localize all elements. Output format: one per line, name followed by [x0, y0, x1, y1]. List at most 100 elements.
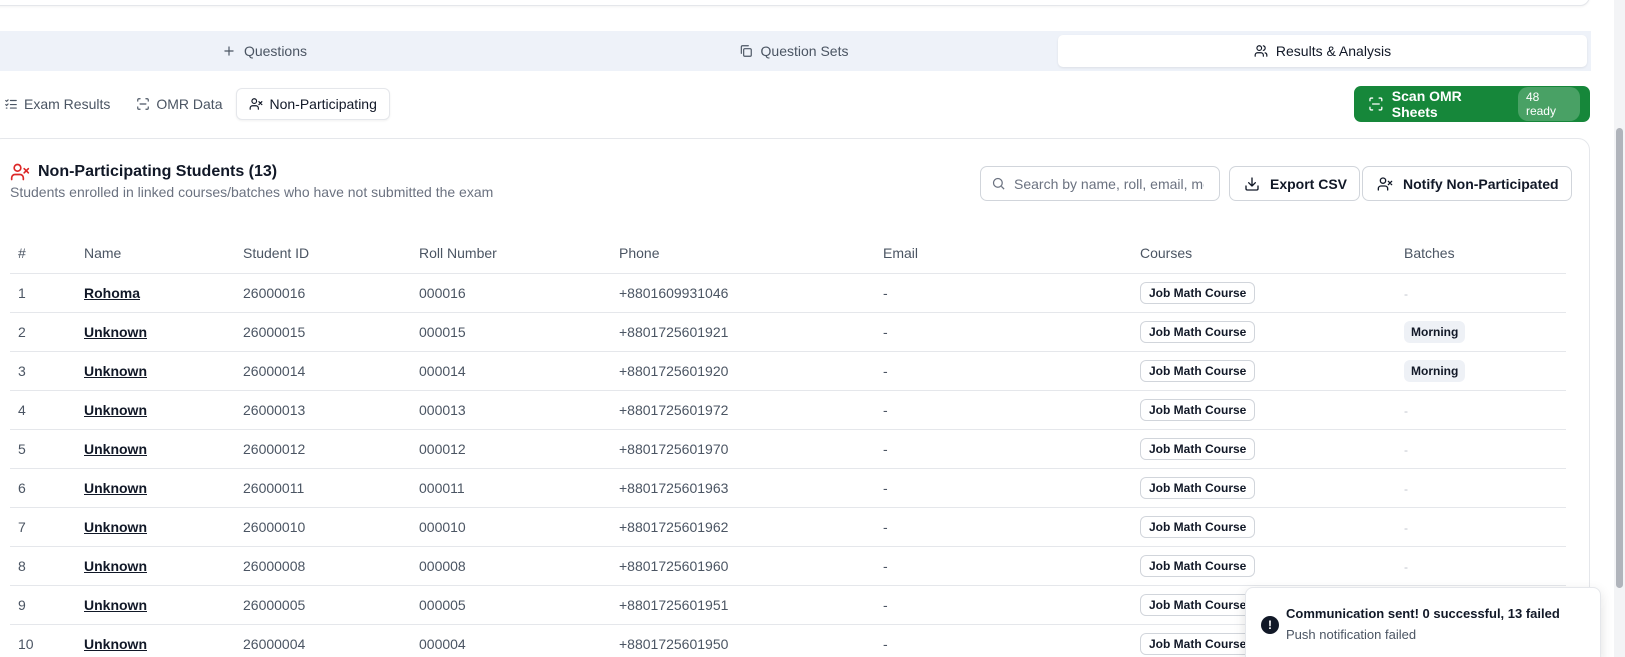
student-name-link[interactable]: Unknown — [84, 480, 147, 496]
email: - — [875, 468, 1132, 508]
table-row: 7 Unknown 26000010 000010 +8801725601962- Job… — [10, 507, 1566, 547]
empty-batch: - — [1404, 442, 1408, 457]
course-badge: Job Math Course — [1140, 632, 1256, 655]
col-phone: Phone — [611, 233, 875, 274]
export-label: Export CSV — [1270, 175, 1348, 192]
student-name-link[interactable]: Unknown — [84, 363, 147, 379]
student-name-link[interactable]: Unknown — [84, 402, 147, 418]
course-badge: Job Math Course — [1140, 554, 1256, 577]
row-number: 10 — [10, 624, 76, 657]
student-name-link[interactable]: Unknown — [84, 441, 147, 457]
courses-cell: Job Math Course — [1132, 390, 1396, 430]
tab-label: Question Sets — [760, 43, 849, 59]
subtab-non-participating[interactable]: Non-Participating — [236, 88, 390, 120]
scrollbar-thumb[interactable] — [1616, 128, 1623, 588]
student-name-cell: Unknown — [76, 351, 235, 391]
student-id: 26000014 — [235, 351, 411, 391]
notify-label: Notify Non-Participated — [1403, 175, 1559, 192]
col-batches: Batches — [1396, 233, 1566, 274]
col-roll-number: Roll Number — [411, 233, 611, 274]
roll-number: 000014 — [411, 351, 611, 391]
student-id: 26000011 — [235, 468, 411, 508]
roll-number: 000010 — [411, 507, 611, 547]
table-row: 2 Unknown 26000015 000015 +8801725601921- Job… — [10, 312, 1566, 352]
student-name-link[interactable]: Rohoma — [84, 285, 140, 301]
notify-non-participated-button[interactable]: Notify Non-Participated — [1362, 166, 1572, 201]
student-name-link[interactable]: Unknown — [84, 597, 147, 613]
student-name-link[interactable]: Unknown — [84, 519, 147, 535]
phone: +8801725601970 — [611, 429, 875, 469]
search-input[interactable] — [1014, 175, 1204, 192]
row-number: 3 — [10, 351, 76, 391]
batch-badge: Morning — [1404, 359, 1466, 382]
row-number: 2 — [10, 312, 76, 352]
phone: +8801725601960 — [611, 546, 875, 586]
panel-title-text: Non-Participating Students (13) — [38, 163, 278, 180]
tab-questions[interactable]: Questions — [0, 35, 529, 67]
phone: +8801725601921 — [611, 312, 875, 352]
main-tabs: Questions Question Sets Results & Analys… — [0, 31, 1591, 71]
roll-number: 000016 — [411, 273, 611, 313]
student-name-cell: Unknown — [76, 390, 235, 430]
batches-cell: Morning — [1396, 312, 1566, 352]
course-badge: Job Math Course — [1140, 320, 1256, 343]
student-name-cell: Unknown — [76, 468, 235, 508]
batches-cell: - — [1396, 273, 1566, 313]
search-box[interactable] — [980, 166, 1220, 201]
scan-omr-button[interactable]: Scan OMR Sheets 48 ready — [1354, 86, 1590, 122]
row-number: 1 — [10, 273, 76, 313]
course-badge: Job Math Course — [1140, 515, 1256, 538]
student-name-link[interactable]: Unknown — [84, 558, 147, 574]
phone: +8801725601963 — [611, 468, 875, 508]
email: - — [875, 351, 1132, 391]
student-name-link[interactable]: Unknown — [84, 636, 147, 652]
batches-cell: Morning — [1396, 351, 1566, 391]
row-number: 8 — [10, 546, 76, 586]
panel-title: Non-Participating Students (13) — [10, 162, 277, 182]
courses-cell: Job Math Course — [1132, 351, 1396, 391]
sub-tabs: Exam Results OMR Data Non-Participating — [0, 87, 390, 121]
email: - — [875, 624, 1132, 657]
download-icon — [1245, 176, 1259, 191]
user-x-icon — [10, 163, 30, 181]
empty-batch: - — [1404, 481, 1408, 496]
vertical-scrollbar[interactable] — [1614, 0, 1625, 657]
row-number: 5 — [10, 429, 76, 469]
empty-batch: - — [1404, 520, 1408, 535]
scan-icon — [1369, 97, 1383, 111]
courses-cell: Job Math Course — [1132, 507, 1396, 547]
email: - — [875, 546, 1132, 586]
tab-results-analysis[interactable]: Results & Analysis — [1058, 35, 1587, 67]
phone: +8801609931046 — [611, 273, 875, 313]
export-csv-button[interactable]: Export CSV — [1229, 166, 1361, 201]
subtab-label: Exam Results — [24, 96, 111, 112]
roll-number: 000011 — [411, 468, 611, 508]
course-badge: Job Math Course — [1140, 281, 1256, 304]
subtab-label: Non-Participating — [269, 96, 377, 112]
ready-count-badge: 48 ready — [1517, 87, 1581, 121]
subtab-omr-data[interactable]: OMR Data — [124, 88, 234, 120]
student-name-cell: Unknown — [76, 585, 235, 625]
table-row: 3 Unknown 26000014 000014 +8801725601920- Job… — [10, 351, 1566, 391]
notification-toast[interactable]: ! Communication sent! 0 successful, 13 f… — [1245, 587, 1601, 657]
courses-cell: Job Math Course — [1132, 468, 1396, 508]
student-name-cell: Unknown — [76, 312, 235, 352]
user-x-icon — [1377, 176, 1393, 191]
copy-icon — [740, 45, 752, 57]
subtab-exam-results[interactable]: Exam Results — [0, 88, 122, 120]
student-name-link[interactable]: Unknown — [84, 324, 147, 340]
phone: +8801725601951 — [611, 585, 875, 625]
col-student-id: Student ID — [235, 233, 411, 274]
col-name: Name — [76, 233, 235, 274]
tab-question-sets[interactable]: Question Sets — [529, 35, 1058, 67]
row-number: 4 — [10, 390, 76, 430]
student-name-cell: Unknown — [76, 429, 235, 469]
row-number: 7 — [10, 507, 76, 547]
empty-batch: - — [1404, 403, 1408, 418]
list-checks-icon — [5, 99, 17, 109]
courses-cell: Job Math Course — [1132, 546, 1396, 586]
course-badge: Job Math Course — [1140, 476, 1256, 499]
student-id: 26000016 — [235, 273, 411, 313]
table-row: 1 Rohoma 26000016 000016 +8801609931046 - Job … — [10, 273, 1566, 313]
courses-cell: Job Math Course — [1132, 273, 1396, 313]
